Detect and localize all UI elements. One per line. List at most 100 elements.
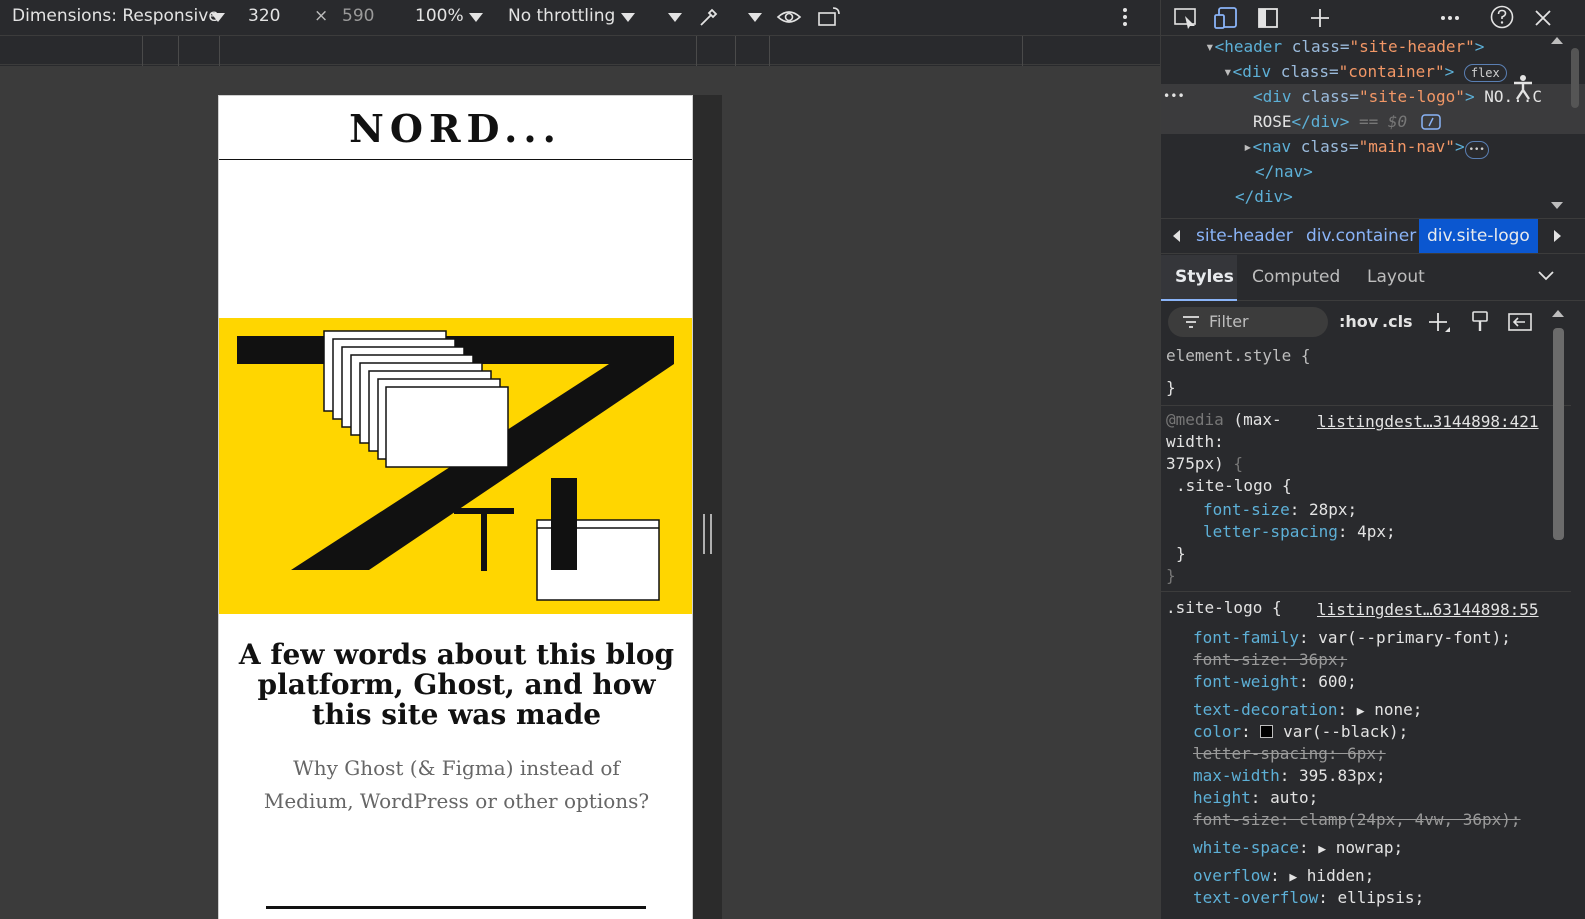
breadcrumb-item-site-header[interactable]: site-header	[1188, 219, 1301, 253]
property-name: letter-spacing	[1203, 522, 1338, 541]
chevron-down-icon[interactable]	[621, 13, 635, 22]
flex-badge[interactable]: flex	[1463, 64, 1507, 82]
media-open-brace: {	[1223, 454, 1244, 473]
css-declaration[interactable]: letter-spacing: 4px;	[1203, 521, 1396, 543]
property-name: height	[1193, 788, 1251, 807]
attr-value: "site-header"	[1349, 37, 1475, 56]
device-scrollbar[interactable]	[693, 95, 722, 919]
chevron-down-icon[interactable]	[668, 13, 682, 22]
dom-node-site-logo-cont[interactable]: ROSE</div> == $0	[1253, 109, 1441, 134]
property-name: overflow	[1193, 866, 1271, 885]
breadcrumb-item-site-logo[interactable]: div.site-logo	[1419, 219, 1538, 253]
property-name: font-size	[1193, 810, 1280, 829]
tab-computed[interactable]: Computed	[1252, 267, 1340, 287]
media-query-part: (max-	[1223, 410, 1282, 429]
dock-panel-icon[interactable]	[1256, 6, 1280, 30]
media-query-part: 375px)	[1166, 454, 1224, 473]
dom-node-nav[interactable]: ▸<nav class="main-nav"> •••	[1243, 134, 1489, 159]
css-declaration-overridden[interactable]: font-size: 36px;	[1193, 649, 1347, 671]
elements-tree: ▾<header class="site-header"> ▾<div clas…	[1161, 36, 1585, 218]
new-style-rule-icon[interactable]	[1427, 311, 1451, 335]
css-declaration[interactable]: font-weight: 600;	[1193, 671, 1357, 693]
css-declaration[interactable]: white-space: ▶ nowrap;	[1193, 837, 1403, 861]
breadcrumb-item-container[interactable]: div.container	[1298, 219, 1424, 253]
css-declaration[interactable]: color: var(--black);	[1193, 721, 1408, 743]
css-declaration[interactable]: font-family: var(--primary-font);	[1193, 627, 1511, 649]
expand-triangle-icon[interactable]: ▶	[1357, 704, 1365, 719]
css-declaration[interactable]: height: auto;	[1193, 787, 1318, 809]
chevron-down-icon[interactable]	[211, 13, 225, 22]
css-declaration[interactable]: text-overflow: ellipsis;	[1193, 887, 1424, 909]
dom-node-container[interactable]: ▾<div class="container"> flex	[1223, 59, 1507, 84]
styles-tabbar: Styles Computed Layout	[1161, 255, 1585, 301]
device-toolbar-toggle-icon[interactable]	[1213, 6, 1239, 30]
dimensions-dropdown[interactable]: Dimensions: Responsive	[12, 6, 219, 26]
filter-input[interactable]: Filter	[1168, 307, 1328, 337]
zoom-dropdown[interactable]: 100%	[415, 6, 464, 26]
media-close: }	[1166, 566, 1176, 585]
expand-triangle-icon[interactable]: ▶	[1289, 870, 1297, 885]
dom-node-site-logo[interactable]: <div class="site-logo"> NO...C	[1253, 84, 1542, 109]
accessibility-person-icon[interactable]	[1511, 73, 1535, 101]
rotate-icon[interactable]	[816, 5, 842, 29]
width-input[interactable]: 320	[248, 6, 280, 26]
property-value: clamp(24px, 4vw, 36px);	[1298, 810, 1521, 829]
add-tab-icon[interactable]	[1308, 6, 1332, 30]
source-link-rule[interactable]: listingdest…63144898:55	[1317, 599, 1539, 621]
breadcrumb: site-header div.container div.site-logo	[1161, 218, 1585, 254]
node-actions-dots[interactable]: •••	[1163, 84, 1185, 109]
cls-toggle[interactable]: .cls	[1382, 312, 1413, 331]
chevron-down-icon[interactable]	[748, 13, 762, 22]
inspect-element-icon[interactable]	[1173, 6, 1199, 30]
paint-brush-icon[interactable]	[1469, 310, 1491, 334]
chevron-down-icon[interactable]	[469, 13, 483, 22]
color-swatch[interactable]	[1260, 725, 1274, 738]
property-value: 395.83px;	[1298, 766, 1386, 785]
css-declaration[interactable]: text-decoration: ▶ none;	[1193, 699, 1422, 723]
chevron-left-icon[interactable]	[1171, 229, 1183, 243]
css-overview-icon[interactable]	[1421, 113, 1441, 131]
scroll-up-icon[interactable]	[1551, 307, 1565, 319]
help-icon[interactable]	[1489, 4, 1515, 30]
source-link-media[interactable]: listingdest…3144898:421	[1317, 411, 1539, 433]
vision-deficiency-icon[interactable]	[776, 5, 802, 29]
more-tools-icon[interactable]	[1438, 6, 1462, 30]
resize-handle[interactable]	[703, 514, 712, 554]
media-query-ruler[interactable]	[0, 35, 1160, 66]
scroll-down-icon[interactable]	[1550, 200, 1564, 212]
height-input[interactable]: 590	[342, 6, 374, 26]
chevron-down-icon[interactable]	[1537, 269, 1555, 283]
chevron-right-icon[interactable]	[1551, 229, 1563, 243]
expand-badge[interactable]: •••	[1464, 141, 1489, 159]
scroll-up-icon[interactable]	[1550, 36, 1564, 46]
css-declaration[interactable]: overflow: ▶ hidden;	[1193, 865, 1374, 889]
property-name: text-overflow	[1193, 888, 1319, 907]
eyedropper-icon[interactable]	[697, 5, 721, 29]
tag-end: >	[1474, 37, 1485, 56]
hov-toggle[interactable]: :hov	[1339, 312, 1378, 331]
css-declaration[interactable]: max-width: 395.83px;	[1193, 765, 1386, 787]
element-style-selector[interactable]: element.style {	[1166, 345, 1311, 367]
rule-selector[interactable]: .site-logo {	[1166, 597, 1282, 619]
hero-image[interactable]	[219, 318, 692, 614]
site-header: NORD...	[219, 96, 692, 160]
media-query[interactable]: @media (max-	[1166, 409, 1282, 431]
site-logo[interactable]: NORD...	[349, 106, 562, 151]
css-declaration-overridden[interactable]: font-size: clamp(24px, 4vw, 36px);	[1193, 809, 1521, 831]
close-icon[interactable]	[1531, 6, 1555, 30]
property-name: letter-spacing	[1193, 744, 1328, 763]
rule-selector[interactable]: .site-logo {	[1176, 475, 1292, 497]
post-title[interactable]: A few words about this blog platform, Gh…	[219, 640, 692, 730]
more-options-icon[interactable]	[1118, 5, 1132, 29]
toggle-sidebar-icon[interactable]	[1507, 310, 1533, 334]
tab-styles[interactable]: Styles	[1175, 267, 1234, 287]
elements-scrollbar[interactable]	[1571, 48, 1579, 108]
css-declaration[interactable]: font-size: 28px;	[1203, 499, 1357, 521]
expand-triangle-icon[interactable]: ▶	[1318, 842, 1326, 857]
tab-layout[interactable]: Layout	[1367, 267, 1425, 287]
css-declaration-overridden[interactable]: letter-spacing: 6px;	[1193, 743, 1386, 765]
throttling-dropdown[interactable]: No throttling	[508, 6, 615, 26]
dom-node-header[interactable]: ▾<header class="site-header">	[1205, 36, 1484, 59]
tag-name: <div	[1232, 62, 1272, 81]
styles-scrollbar-thumb[interactable]	[1553, 328, 1564, 540]
